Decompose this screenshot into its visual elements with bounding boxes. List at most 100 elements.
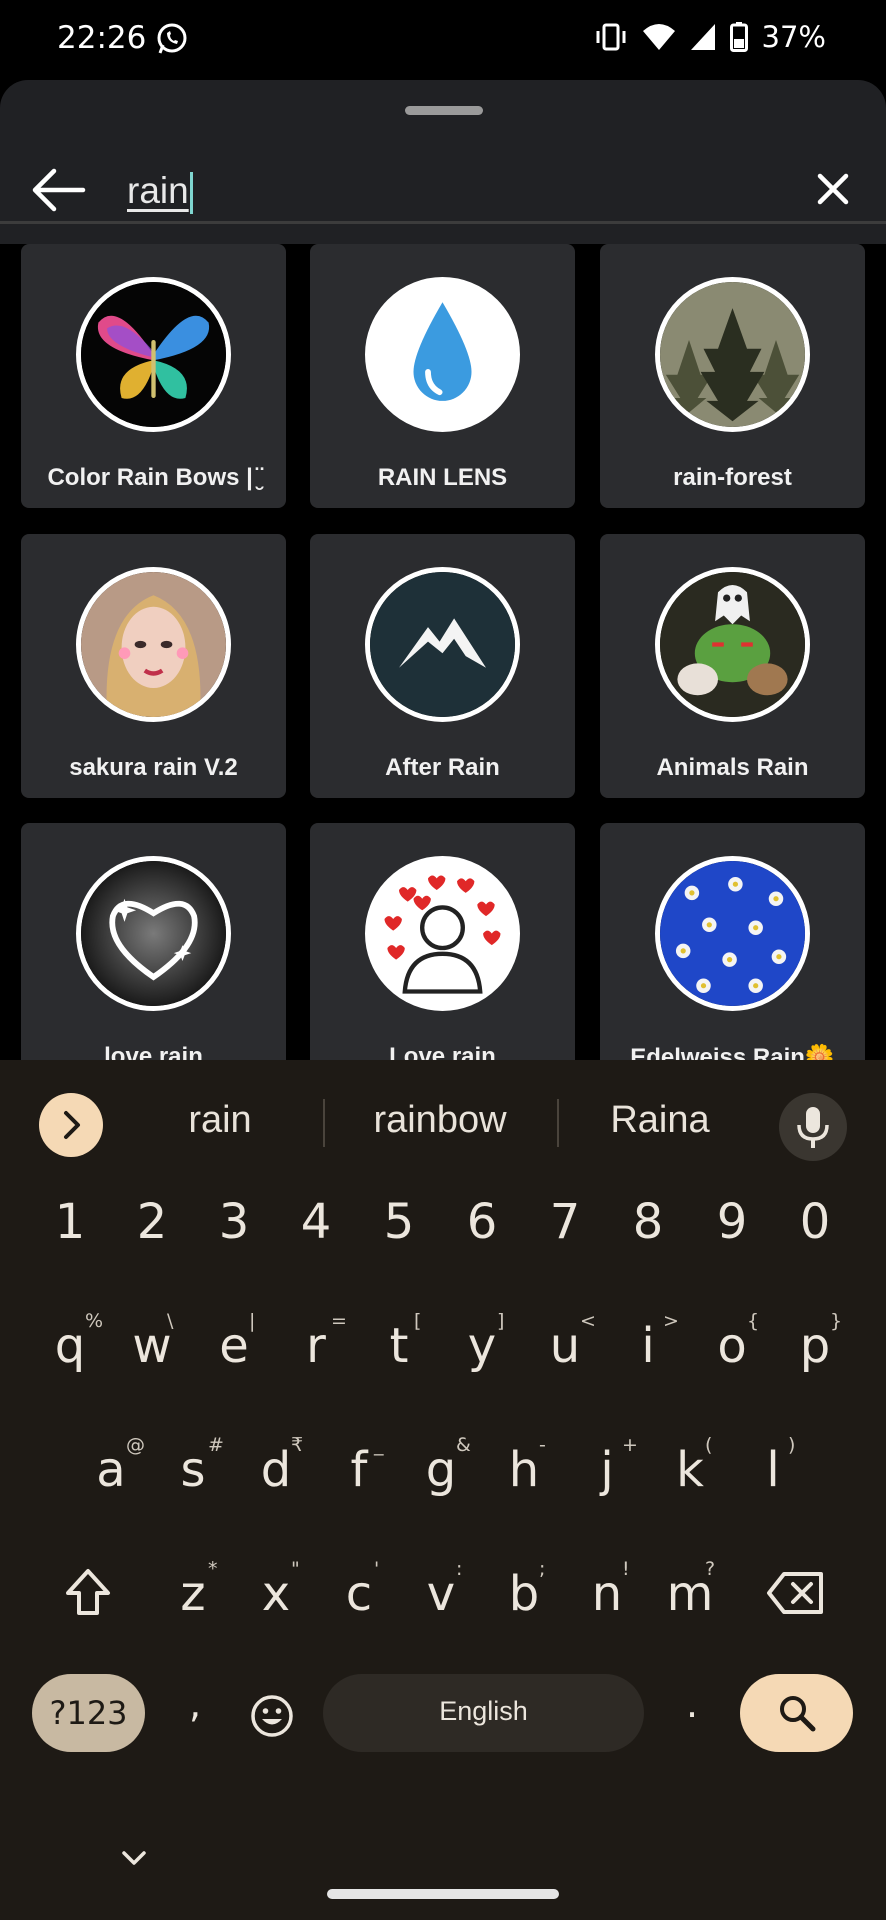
- result-card[interactable]: rain-forest: [600, 244, 865, 508]
- key-digits-3[interactable]: 4: [281, 1198, 351, 1288]
- symbols-key[interactable]: ?123: [32, 1674, 145, 1752]
- key-row2-6[interactable]: j +: [572, 1434, 642, 1536]
- period-key[interactable]: .: [670, 1685, 714, 1723]
- result-card[interactable]: After Rain: [310, 534, 575, 798]
- key-label: p: [799, 1318, 831, 1374]
- suggestion-3[interactable]: Raina: [585, 1099, 735, 1142]
- result-card[interactable]: love rain: [21, 823, 286, 1060]
- divider: [0, 221, 886, 224]
- key-row2-1[interactable]: s #: [158, 1434, 228, 1536]
- result-card[interactable]: sakura rain V.2: [21, 534, 286, 798]
- space-bar[interactable]: English: [323, 1674, 644, 1752]
- effect-thumbnail: [76, 856, 231, 1011]
- key-hint: +: [622, 1434, 638, 1456]
- home-indicator[interactable]: [327, 1889, 559, 1899]
- key-row3-1[interactable]: x ": [241, 1558, 311, 1660]
- key-label: 2: [136, 1194, 168, 1250]
- key-row1-5[interactable]: y]: [447, 1310, 517, 1412]
- key-row2-0[interactable]: a @: [76, 1434, 146, 1536]
- key-digits-2[interactable]: 3: [199, 1198, 269, 1288]
- key-row3-2[interactable]: c ': [324, 1558, 394, 1660]
- suggestion-2[interactable]: rainbow: [350, 1099, 530, 1142]
- key-digits-1[interactable]: 2: [117, 1198, 187, 1288]
- key-row2-5[interactable]: h-: [489, 1434, 559, 1536]
- edelweiss-icon: [660, 861, 805, 1006]
- key-label: y: [467, 1318, 497, 1374]
- comma-key[interactable]: ,: [170, 1685, 220, 1723]
- key-label: c: [345, 1566, 373, 1622]
- expand-toolbar-button[interactable]: [39, 1093, 103, 1157]
- key-row3-5[interactable]: n!: [572, 1558, 642, 1660]
- effect-thumbnail: [365, 567, 520, 722]
- result-card[interactable]: Color Rain Bows | ̮̈: [21, 244, 286, 508]
- result-title: love rain: [104, 1043, 203, 1060]
- key-row1-8[interactable]: o{: [697, 1310, 767, 1412]
- key-row2-7[interactable]: k(: [655, 1434, 725, 1536]
- drag-handle[interactable]: [405, 106, 483, 115]
- key-row2-8[interactable]: l): [738, 1434, 808, 1536]
- emoji-key[interactable]: [250, 1694, 294, 1738]
- key-label: u: [549, 1318, 581, 1374]
- search-input[interactable]: rain: [127, 170, 193, 215]
- result-title: After Rain: [385, 754, 500, 781]
- key-row3-6[interactable]: m?: [655, 1558, 725, 1660]
- key-label: i: [641, 1318, 655, 1374]
- key-row1-2[interactable]: e |: [199, 1310, 269, 1412]
- key-row2-2[interactable]: d ₹: [241, 1434, 311, 1536]
- result-card[interactable]: RAIN LENS: [310, 244, 575, 508]
- key-label: 6: [466, 1194, 498, 1250]
- key-row1-7[interactable]: i >: [613, 1310, 683, 1412]
- portrait-icon: [81, 572, 226, 717]
- key-digits-7[interactable]: 8: [613, 1198, 683, 1288]
- key-label: s: [180, 1442, 206, 1498]
- key-hint: ): [788, 1434, 796, 1456]
- key-digits-8[interactable]: 9: [697, 1198, 767, 1288]
- voice-input-button[interactable]: [779, 1093, 847, 1161]
- key-digits-6[interactable]: 7: [530, 1198, 600, 1288]
- key-row3-3[interactable]: v:: [406, 1558, 476, 1660]
- effect-thumbnail: [655, 277, 810, 432]
- back-arrow-icon[interactable]: [28, 162, 88, 218]
- key-label: d: [260, 1442, 292, 1498]
- key-label: x: [261, 1566, 291, 1622]
- key-digits-9[interactable]: 0: [780, 1198, 850, 1288]
- effect-thumbnail: [655, 856, 810, 1011]
- chevron-down-icon[interactable]: [120, 1848, 148, 1868]
- key-digits-5[interactable]: 6: [447, 1198, 517, 1288]
- shift-key[interactable]: [62, 1565, 114, 1621]
- key-row3-0[interactable]: z *: [158, 1558, 228, 1660]
- key-hint: }: [830, 1310, 843, 1332]
- key-row1-1[interactable]: w \: [117, 1310, 187, 1412]
- symbols-key-label: ?123: [49, 1694, 128, 1732]
- result-card[interactable]: Love rain: [310, 823, 575, 1060]
- key-hint: -: [539, 1434, 546, 1456]
- battery-icon: [729, 22, 748, 52]
- key-label: k: [676, 1442, 704, 1498]
- key-row1-3[interactable]: r =: [281, 1310, 351, 1412]
- key-row2-3[interactable]: f _: [324, 1434, 394, 1536]
- key-hint: ;: [539, 1558, 546, 1580]
- result-card[interactable]: Edelweiss Rain🌼: [600, 823, 865, 1060]
- key-row1-6[interactable]: u <: [530, 1310, 600, 1412]
- key-digits-4[interactable]: 5: [364, 1198, 434, 1288]
- heart-icon: [81, 861, 226, 1006]
- key-row1-0[interactable]: q%: [35, 1310, 105, 1412]
- result-card[interactable]: Animals Rain: [600, 534, 865, 798]
- effect-thumbnail: [365, 856, 520, 1011]
- key-digits-0[interactable]: 1: [35, 1198, 105, 1288]
- key-row1-4[interactable]: t[: [364, 1310, 434, 1412]
- result-title: sakura rain V.2: [69, 754, 238, 781]
- key-row2-4[interactable]: g &: [406, 1434, 476, 1536]
- close-icon[interactable]: [808, 164, 858, 214]
- user-hearts-icon: [370, 861, 515, 1006]
- key-label: v: [426, 1566, 456, 1622]
- search-icon: [780, 1696, 816, 1732]
- search-key[interactable]: [740, 1674, 853, 1752]
- key-row1-9[interactable]: p}: [780, 1310, 850, 1412]
- water-drop-icon: [370, 282, 515, 427]
- backspace-key[interactable]: [766, 1570, 826, 1616]
- key-label: 0: [799, 1194, 831, 1250]
- key-hint: \: [167, 1310, 174, 1332]
- key-row3-4[interactable]: b;: [489, 1558, 559, 1660]
- suggestion-1[interactable]: rain: [150, 1099, 290, 1142]
